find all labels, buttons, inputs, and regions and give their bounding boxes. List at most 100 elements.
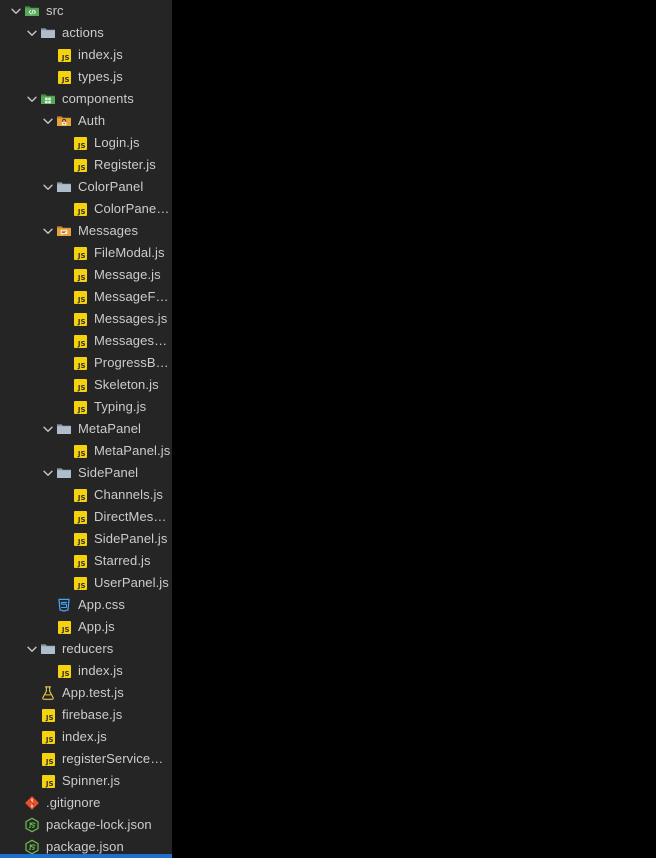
js-file-icon: JS [56, 69, 72, 85]
js-file-icon: JS [56, 47, 72, 63]
tree-folder-row[interactable]: ColorPanel [0, 176, 172, 198]
tree-file-row[interactable]: JS DirectMessage... [0, 506, 172, 528]
tree-item-label: firebase.js [62, 707, 123, 722]
tree-item-label: src [46, 3, 64, 18]
chevron-down-icon[interactable] [24, 638, 40, 660]
tree-file-row[interactable]: JS Message.js [0, 264, 172, 286]
folder-icon [40, 641, 56, 657]
tree-folder-row[interactable]: Messages [0, 220, 172, 242]
chevron-down-icon[interactable] [40, 462, 56, 484]
tree-folder-row[interactable]: reducers [0, 638, 172, 660]
js-file-icon: JS [72, 333, 88, 349]
tree-file-row[interactable]: JS UserPanel.js [0, 572, 172, 594]
tree-item-label: Register.js [94, 157, 156, 172]
chevron-down-icon[interactable] [40, 110, 56, 132]
tree-folder-row[interactable]: actions [0, 22, 172, 44]
tree-item-label: Messages [78, 223, 139, 238]
tree-file-row[interactable]: JS index.js [0, 726, 172, 748]
tree-item-label: Spinner.js [62, 773, 121, 788]
js-file-icon: JS [72, 487, 88, 503]
tree-file-row[interactable]: App.test.js [0, 682, 172, 704]
tree-file-row[interactable]: App.css [0, 594, 172, 616]
tree-file-row[interactable]: JS App.js [0, 616, 172, 638]
js-file-icon: JS [72, 245, 88, 261]
js-file-icon: JS [72, 201, 88, 217]
tree-file-row[interactable]: JS Channels.js [0, 484, 172, 506]
tree-item-label: actions [62, 25, 104, 40]
file-explorer-panel[interactable]: src actions JS index.js JS types.js components… [0, 0, 172, 858]
vscode-window: src actions JS index.js JS types.js components… [0, 0, 656, 858]
tree-file-row[interactable]: JS MessagesHead... [0, 330, 172, 352]
chevron-down-icon[interactable] [8, 0, 24, 22]
tree-file-row[interactable]: JS types.js [0, 66, 172, 88]
tree-item-label: Skeleton.js [94, 377, 159, 392]
tree-file-row[interactable]: JS Register.js [0, 154, 172, 176]
tree-file-row[interactable]: JS Login.js [0, 132, 172, 154]
tree-file-row[interactable]: JS firebase.js [0, 704, 172, 726]
js-file-icon: JS [72, 509, 88, 525]
tree-file-row[interactable]: JS Skeleton.js [0, 374, 172, 396]
chevron-down-icon[interactable] [40, 176, 56, 198]
chevron-down-icon[interactable] [40, 418, 56, 440]
js-file-icon: JS [40, 773, 56, 789]
js-file-icon: JS [72, 443, 88, 459]
tree-item-label: MessagesHead... [94, 333, 172, 348]
tree-folder-row[interactable]: MetaPanel [0, 418, 172, 440]
folder-icon [56, 465, 72, 481]
folder-icon [40, 25, 56, 41]
tree-file-row[interactable]: JS index.js [0, 660, 172, 682]
js-file-icon: JS [72, 531, 88, 547]
tree-file-row[interactable]: JS Spinner.js [0, 770, 172, 792]
tree-file-row[interactable]: JS SidePanel.js [0, 528, 172, 550]
tree-file-row[interactable]: JS MetaPanel.js [0, 440, 172, 462]
tree-item-label: UserPanel.js [94, 575, 169, 590]
js-file-icon: JS [56, 663, 72, 679]
tree-file-row[interactable]: JS index.js [0, 44, 172, 66]
folder-icon [56, 421, 72, 437]
tree-file-row[interactable]: JS Starred.js [0, 550, 172, 572]
chevron-down-icon[interactable] [24, 22, 40, 44]
tree-item-label: ColorPanel.js [94, 201, 172, 216]
horizontal-scrollbar[interactable] [0, 854, 172, 858]
tree-item-label: Auth [78, 113, 106, 128]
folder-messages-icon [56, 223, 72, 239]
tree-file-row[interactable]: JS Typing.js [0, 396, 172, 418]
tree-file-row[interactable]: JS Messages.js [0, 308, 172, 330]
tree-file-row[interactable]: JS registerServiceWo... [0, 748, 172, 770]
tree-file-row[interactable]: JS MessageForm.js [0, 286, 172, 308]
file-tree[interactable]: src actions JS index.js JS types.js components… [0, 0, 172, 858]
horizontal-scrollbar-thumb[interactable] [0, 854, 172, 858]
tree-item-label: ProgressBar.js [94, 355, 172, 370]
tree-item-label: Channels.js [94, 487, 164, 502]
folder-auth-icon [56, 113, 72, 129]
chevron-down-icon[interactable] [24, 88, 40, 110]
tree-file-row[interactable]: JS ColorPanel.js [0, 198, 172, 220]
chevron-down-icon[interactable] [40, 220, 56, 242]
tree-folder-row[interactable]: Auth [0, 110, 172, 132]
tree-item-label: App.css [78, 597, 125, 612]
tree-file-row[interactable]: JS ProgressBar.js [0, 352, 172, 374]
tree-file-row[interactable]: package-lock.json [0, 814, 172, 836]
tree-file-row[interactable]: .gitignore [0, 792, 172, 814]
node-file-icon [24, 817, 40, 833]
tree-item-label: SidePanel [78, 465, 139, 480]
tree-file-row[interactable]: JS FileModal.js [0, 242, 172, 264]
tree-folder-row[interactable]: SidePanel [0, 462, 172, 484]
js-file-icon: JS [72, 267, 88, 283]
tree-folder-row[interactable]: components [0, 88, 172, 110]
tree-folder-row[interactable]: src [0, 0, 172, 22]
tree-item-label: registerServiceWo... [62, 751, 172, 766]
node-file-icon [24, 839, 40, 855]
tree-item-label: reducers [62, 641, 114, 656]
js-file-icon: JS [40, 707, 56, 723]
